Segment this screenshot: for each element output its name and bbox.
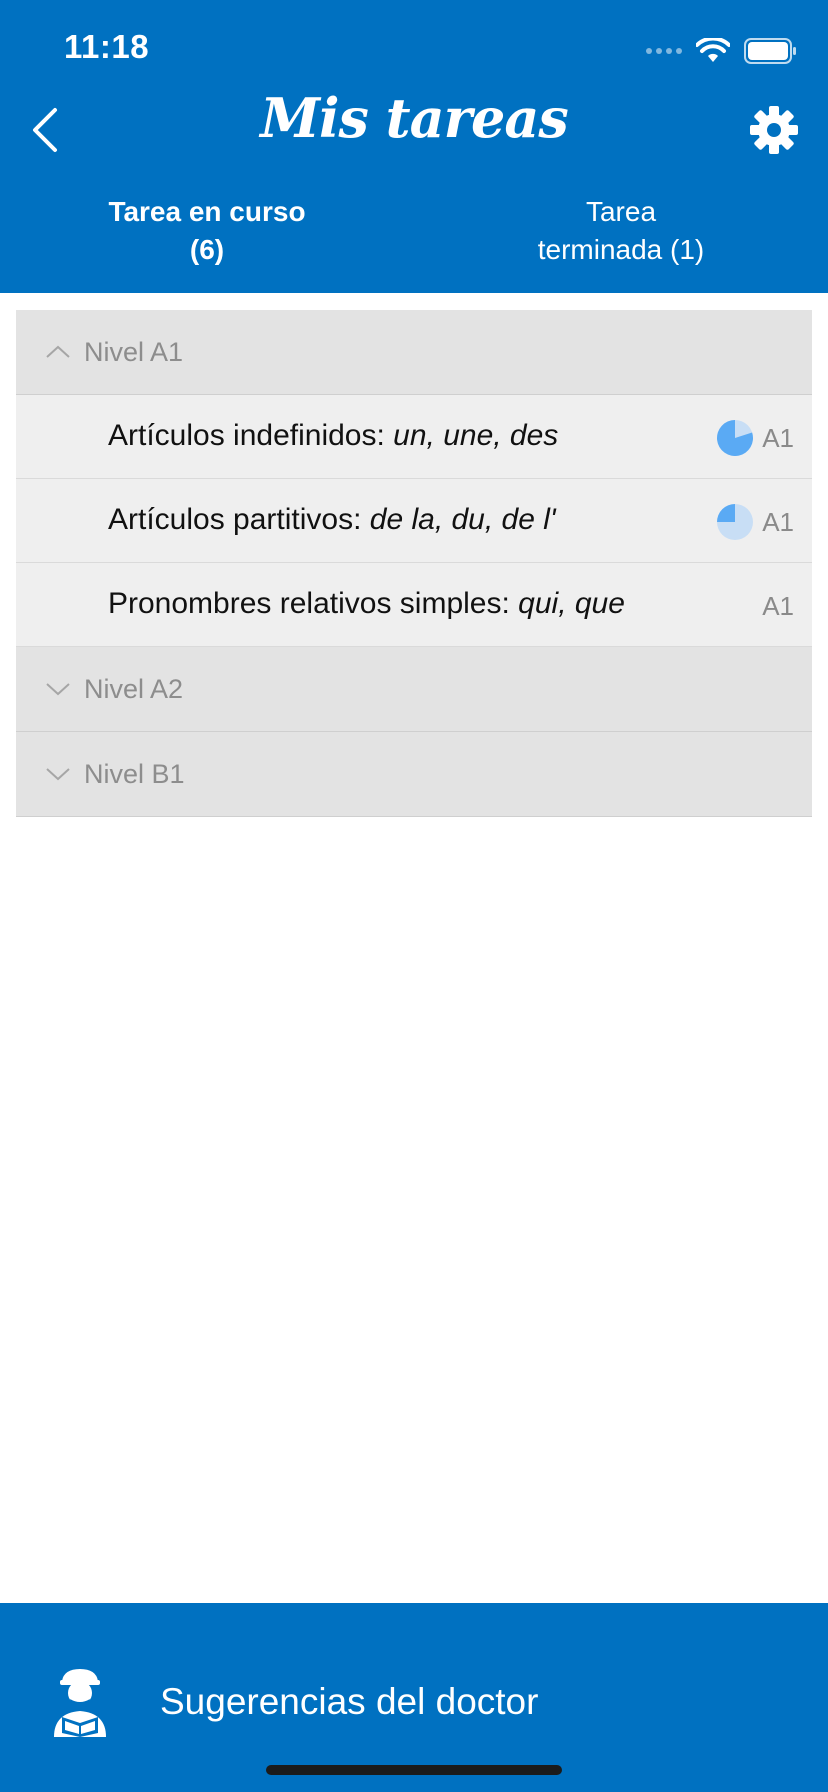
status-time: 11:18 [64,28,150,65]
item-label: Artículos partitivos: de la, du, de l' [108,503,556,537]
battery-icon [744,38,796,64]
tab-finished[interactable]: Tarea terminada (1) [414,193,828,293]
item-label-examples: un, une, des [393,419,559,452]
doctor-icon [54,1669,106,1737]
group-nivel-b1[interactable]: Nivel B1 [16,732,812,817]
item-label-examples: de la, du, de l' [369,503,556,536]
list-item[interactable]: Pronombres relativos simples: qui, que A… [16,563,812,647]
tab-in-progress[interactable]: Tarea en curso (6) [0,193,414,293]
tab-bar: Tarea en curso (6) Tarea terminada (1) [0,193,828,293]
gear-icon [750,106,798,154]
progress-pie-icon [717,420,754,456]
group-nivel-a1[interactable]: Nivel A1 [16,310,812,395]
page-title: Mis tareas [260,86,569,150]
tab-finished-title: Tarea [585,196,657,227]
item-label-text: Artículos partitivos: [108,503,370,536]
doctor-suggestions-bar[interactable]: Sugerencias del doctor [0,1603,828,1792]
signal-icon [646,48,682,54]
group-label: Nivel A2 [84,673,184,704]
status-icons [646,36,798,66]
list-item[interactable]: Artículos indefinidos: un, une, des A1 [16,395,812,479]
item-label-text: Pronombres relativos simples: [108,587,519,620]
group-label: Nivel A1 [84,336,184,367]
item-label-examples: qui, que [518,587,625,620]
level-badge: A1 [762,591,794,621]
item-label: Pronombres relativos simples: qui, que [108,587,625,621]
chevron-up-icon [30,336,86,368]
group-label: Nivel B1 [84,758,185,789]
level-badge: A1 [762,423,794,453]
tab-finished-count: terminada (1) [537,234,705,265]
level-badge: A1 [762,507,794,537]
footer-label: Sugerencias del doctor [160,1681,539,1722]
wifi-icon [696,38,730,62]
app-header: 11:18 Mis tareas Tarea en curso (6) Tare… [0,0,828,293]
progress-pie-icon [717,504,753,540]
item-label-text: Artículos indefinidos: [108,419,394,452]
chevron-down-icon [30,673,86,705]
group-nivel-a2[interactable]: Nivel A2 [16,647,812,732]
home-indicator[interactable] [266,1765,562,1775]
task-list: Nivel A1 Artículos indefinidos: un, une,… [16,310,812,817]
list-item[interactable]: Artículos partitivos: de la, du, de l' A… [16,479,812,563]
item-label: Artículos indefinidos: un, une, des [108,419,558,453]
tab-in-progress-title: Tarea en curso [108,196,306,227]
settings-button[interactable] [742,98,806,162]
tab-in-progress-count: (6) [189,234,225,265]
chevron-down-icon [30,758,86,790]
